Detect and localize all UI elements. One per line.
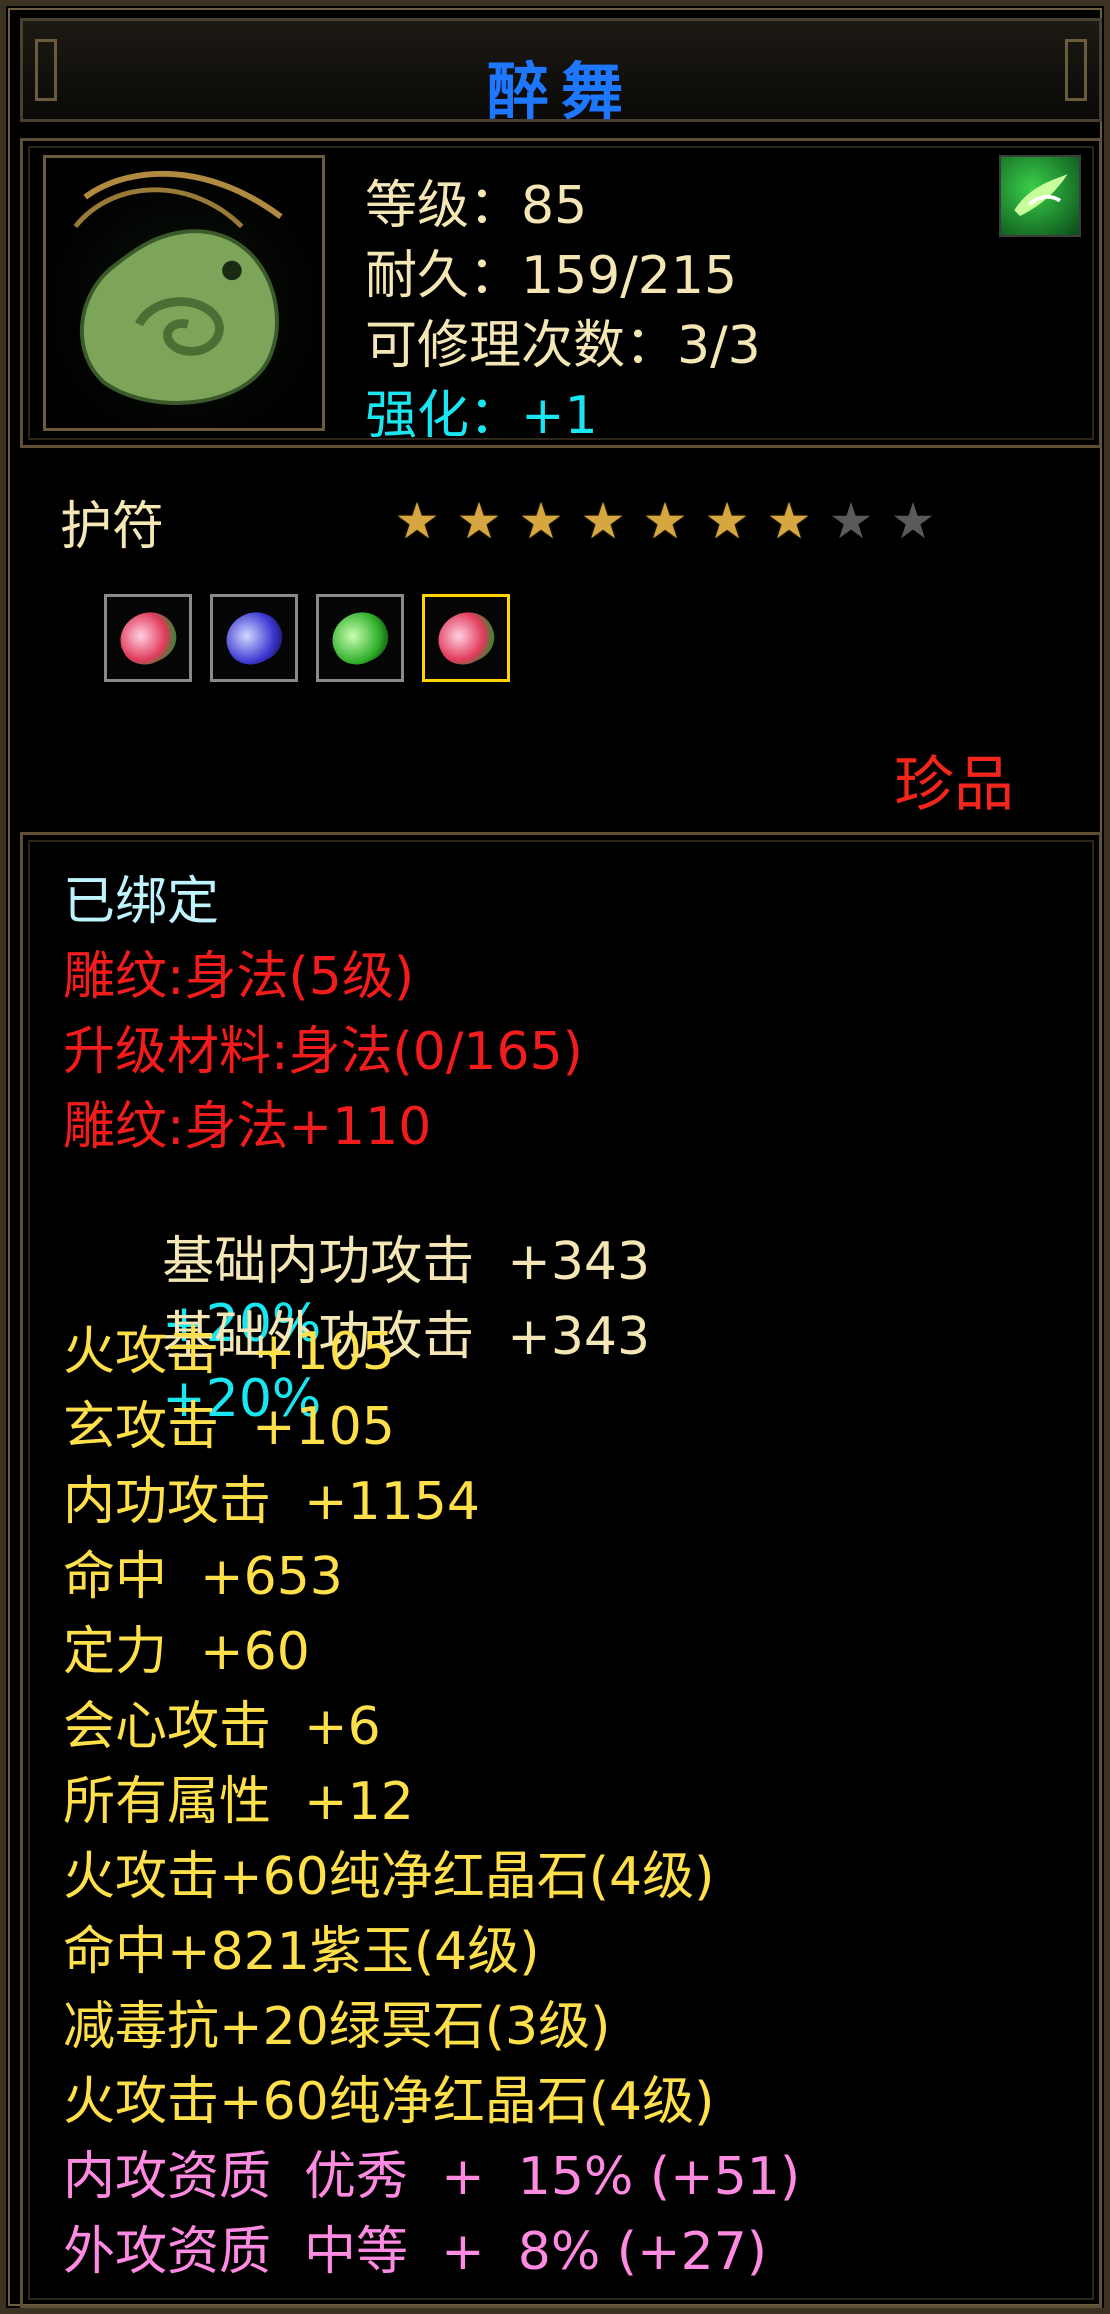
bound-status: 已绑定 [63,872,220,932]
star-filled-icon: ★ [642,492,688,550]
amulet-image [73,170,283,405]
item-tooltip: 醉舞 等级：85 耐久：159/215 可修理次数：3/3 强化：+1 护符 ★… [0,0,1110,2314]
red-gem-icon [112,603,184,673]
fire-attack-line: 火攻击 +105 [63,1322,395,1382]
star-filled-icon: ★ [704,492,750,550]
inner-attack-line: 内功攻击 +1154 [63,1472,480,1532]
item-header: 等级：85 耐久：159/215 可修理次数：3/3 强化：+1 [20,138,1102,448]
engrave-bonus-line: 雕纹:身法+110 [63,1097,432,1157]
gem-slot-2[interactable] [210,594,298,682]
star-filled-icon: ★ [518,492,564,550]
gem-slot-3[interactable] [316,594,404,682]
title-ornament-right [1065,39,1087,101]
green-gem-icon [324,603,396,673]
level-text: 等级：85 [365,176,588,236]
engrave-line: 雕纹:身法(5级) [63,947,415,1007]
green-wind-icon [999,155,1081,237]
badge-swirl [1014,174,1068,216]
item-type: 护符 [60,497,165,557]
gem-slots [104,594,510,682]
star-empty-icon: ★ [890,492,936,550]
crit-attack-line: 会心攻击 +6 [63,1697,381,1757]
star-filled-icon: ★ [394,492,440,550]
focus-line: 定力 +60 [63,1622,310,1682]
rarity-label: 珍品 [894,750,1014,820]
inner-quality-line: 内攻资质 优秀 + 15% (+51) [63,2147,801,2207]
gem-effect-line-3: 减毒抗+20绿冥石(3级) [63,1997,611,2057]
gem-effect-line-2: 命中+821紫玉(4级) [63,1922,540,1982]
gem-slot-4[interactable] [422,594,510,682]
gem-slot-1[interactable] [104,594,192,682]
upgrade-material-line: 升级材料:身法(0/165) [63,1022,583,1082]
blue-gem-icon [218,603,290,673]
star-empty-icon: ★ [828,492,874,550]
durability-text: 耐久：159/215 [365,246,738,306]
gem-effect-line-1: 火攻击+60纯净红晶石(4级) [63,1847,715,1907]
gem-effect-line-4: 火攻击+60纯净红晶石(4级) [63,2072,715,2132]
star-filled-icon: ★ [456,492,502,550]
repair-count-text: 可修理次数：3/3 [365,316,761,376]
red-gem-icon [430,603,502,673]
title-bar: 醉舞 [20,18,1102,128]
star-rating: ★ ★ ★ ★ ★ ★ ★ ★ ★ [388,492,942,554]
enhance-text: 强化：+1 [365,386,598,446]
xuan-attack-line: 玄攻击 +105 [63,1397,395,1457]
hit-line: 命中 +653 [63,1547,343,1607]
jade-amulet-icon [43,155,325,431]
star-filled-icon: ★ [766,492,812,550]
all-attributes-line: 所有属性 +12 [63,1772,414,1832]
star-filled-icon: ★ [580,492,626,550]
item-name: 醉舞 [486,55,635,128]
attribute-panel: 已绑定 雕纹:身法(5级) 升级材料:身法(0/165) 雕纹:身法+110 基… [20,832,1102,2308]
outer-quality-line: 外攻资质 中等 + 8% (+27) [63,2222,768,2282]
